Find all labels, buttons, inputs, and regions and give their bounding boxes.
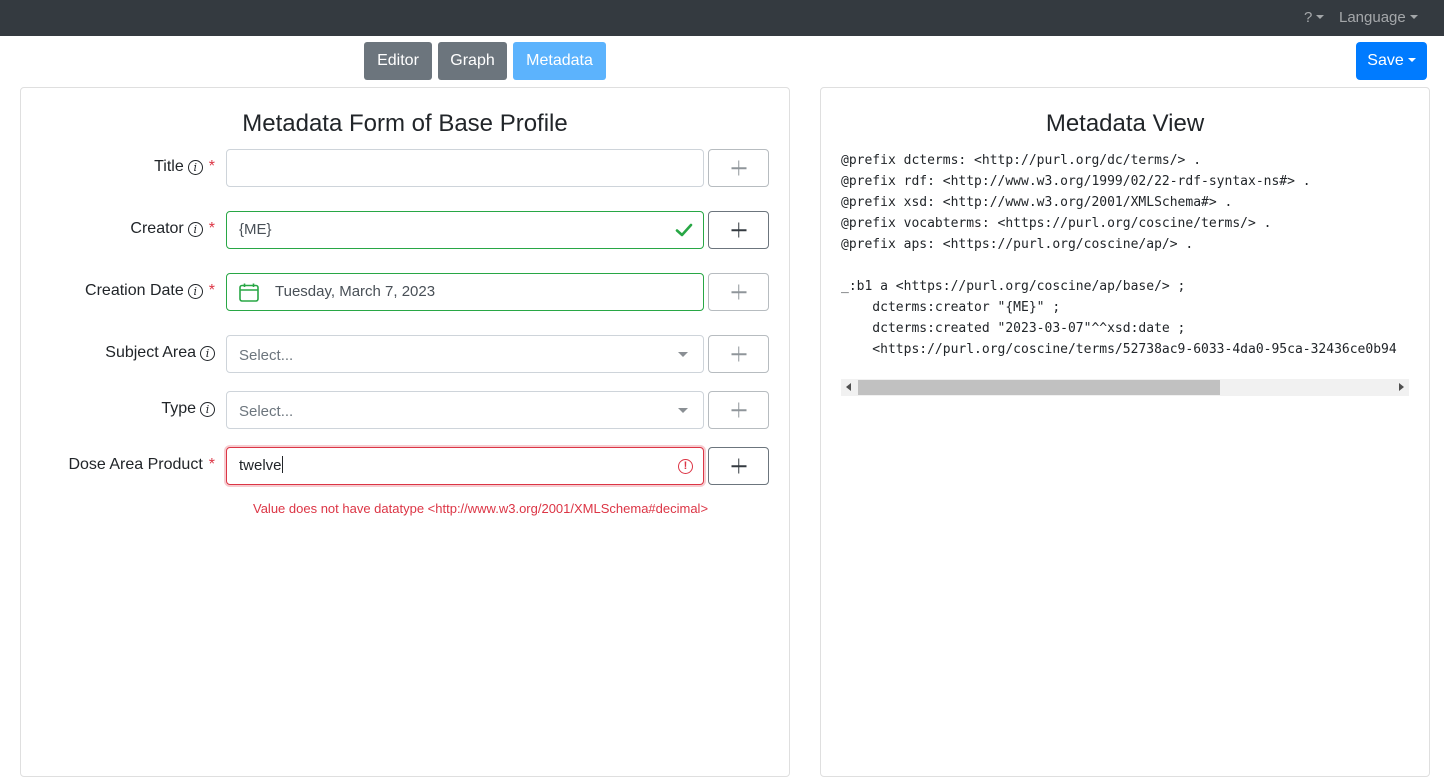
chevron-down-icon bbox=[1407, 58, 1416, 62]
calendar-icon bbox=[239, 283, 259, 302]
add-creator-button[interactable] bbox=[708, 211, 769, 249]
field-label-text: Dose Area Product bbox=[68, 456, 203, 473]
top-navbar: ? Language bbox=[0, 0, 1444, 36]
scrollbar-thumb[interactable] bbox=[858, 380, 1220, 395]
creation-date-value: Tuesday, March 7, 2023 bbox=[275, 283, 436, 300]
scroll-left-icon[interactable] bbox=[846, 383, 851, 391]
info-icon[interactable]: i bbox=[187, 221, 203, 237]
tab-editor[interactable]: Editor bbox=[364, 42, 432, 80]
info-icon[interactable]: i bbox=[200, 401, 215, 417]
subject-area-placeholder: Select... bbox=[239, 347, 294, 364]
dose-area-product-value: twelve bbox=[239, 457, 282, 474]
creation-date-picker[interactable]: Tuesday, March 7, 2023 bbox=[226, 273, 704, 311]
check-icon bbox=[675, 223, 693, 237]
add-creation-date-button[interactable] bbox=[708, 273, 769, 311]
required-marker: * bbox=[208, 456, 215, 473]
turtle-code-view: @prefix dcterms: <http://purl.org/dc/ter… bbox=[841, 153, 1397, 357]
add-title-button[interactable] bbox=[708, 149, 769, 187]
add-subject-area-button[interactable] bbox=[708, 335, 769, 373]
save-button-label: Save bbox=[1367, 52, 1404, 69]
field-label-dose-area-product: Dose Area Product * bbox=[68, 456, 215, 474]
field-label-title: Title i * bbox=[154, 158, 215, 176]
field-label-text: Type bbox=[161, 400, 196, 417]
chevron-down-icon bbox=[1316, 15, 1325, 19]
text-cursor bbox=[281, 456, 283, 473]
type-select[interactable]: Select... bbox=[226, 391, 704, 429]
metadata-form-card: Metadata Form of Base Profile Title i * … bbox=[20, 87, 790, 777]
add-dose-area-product-button[interactable] bbox=[708, 447, 769, 485]
info-icon[interactable]: i bbox=[200, 345, 215, 361]
metadata-view-card: Metadata View @prefix dcterms: <http://p… bbox=[820, 87, 1430, 777]
chevron-down-icon bbox=[678, 408, 688, 413]
validation-error-message: Value does not have datatype <http://www… bbox=[253, 501, 709, 516]
chevron-down-icon bbox=[678, 352, 688, 357]
info-icon[interactable]: i bbox=[187, 159, 203, 175]
info-icon[interactable]: i bbox=[187, 283, 203, 299]
add-type-button[interactable] bbox=[708, 391, 769, 429]
field-label-text: Subject Area bbox=[105, 344, 196, 361]
required-marker: * bbox=[208, 220, 215, 237]
error-icon: ! bbox=[678, 459, 693, 474]
creator-input[interactable]: {ME} bbox=[226, 211, 704, 249]
scroll-right-icon[interactable] bbox=[1399, 383, 1404, 391]
field-label-creation-date: Creation Date i * bbox=[85, 282, 215, 300]
type-placeholder: Select... bbox=[239, 403, 294, 420]
field-label-text: Creation Date bbox=[85, 282, 184, 299]
help-dropdown[interactable]: ? bbox=[1304, 9, 1325, 26]
help-dropdown-label: ? bbox=[1304, 9, 1313, 26]
creator-value: {ME} bbox=[239, 221, 272, 238]
field-label-subject-area: Subject Area i bbox=[105, 344, 215, 362]
field-label-type: Type i bbox=[161, 400, 215, 418]
required-marker: * bbox=[208, 158, 215, 175]
tab-metadata[interactable]: Metadata bbox=[513, 42, 606, 80]
horizontal-scrollbar[interactable] bbox=[841, 379, 1409, 396]
save-dropdown-button[interactable]: Save bbox=[1356, 42, 1427, 80]
language-dropdown-label: Language bbox=[1339, 9, 1406, 26]
form-title: Metadata Form of Base Profile bbox=[242, 110, 568, 137]
tab-graph[interactable]: Graph bbox=[438, 42, 507, 80]
metadata-view-title: Metadata View bbox=[1045, 110, 1205, 137]
language-dropdown[interactable]: Language bbox=[1339, 9, 1418, 26]
field-label-creator: Creator i * bbox=[130, 220, 215, 238]
field-label-text: Title bbox=[154, 158, 184, 175]
dose-area-product-input[interactable]: twelve ! bbox=[226, 447, 704, 485]
required-marker: * bbox=[208, 282, 215, 299]
title-input[interactable] bbox=[226, 149, 704, 187]
subject-area-select[interactable]: Select... bbox=[226, 335, 704, 373]
field-label-text: Creator bbox=[130, 220, 184, 237]
chevron-down-icon bbox=[1409, 15, 1418, 19]
